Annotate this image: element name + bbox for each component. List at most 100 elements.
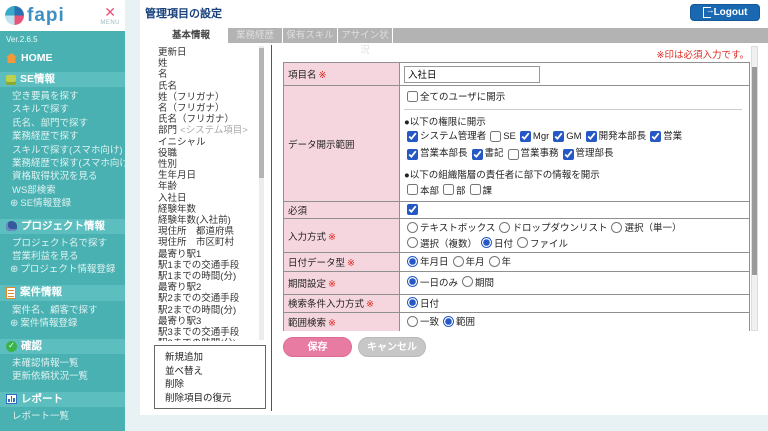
org-level-checkbox[interactable]: [407, 184, 418, 195]
sidebar-item[interactable]: 業務経歴で探す: [10, 130, 125, 143]
range-search-option[interactable]: 一致: [404, 314, 439, 328]
permission-option[interactable]: 営業本部長: [404, 147, 468, 161]
list-item[interactable]: 最寄り駅2: [158, 282, 258, 293]
item-list-scrollbar[interactable]: [259, 46, 264, 340]
sidebar-item[interactable]: 業務経歴で探す(スマホ向け): [10, 157, 125, 170]
input-method-radio[interactable]: [407, 237, 418, 248]
org-level-checkbox[interactable]: [443, 184, 455, 195]
list-item[interactable]: 駅2までの時間(分): [158, 305, 258, 316]
list-item[interactable]: 姓（フリガナ）: [158, 92, 258, 103]
list-item[interactable]: 生年月日: [158, 170, 258, 181]
sidebar-item[interactable]: 案件名、顧客で探す: [10, 304, 125, 317]
tab-basic-info[interactable]: 基本情報: [155, 28, 227, 43]
permission-checkbox[interactable]: [507, 148, 519, 160]
period-option[interactable]: 一日のみ: [404, 275, 458, 289]
list-item[interactable]: 氏名: [158, 81, 258, 92]
sidebar-item[interactable]: ⊕ SE情報登録: [10, 197, 125, 210]
permission-option[interactable]: 開発本部長: [583, 130, 646, 144]
list-item[interactable]: 部門 <システム項目>: [158, 125, 258, 136]
sidebar-item[interactable]: WS部検索: [10, 184, 125, 197]
list-item[interactable]: イニシャル: [158, 137, 258, 148]
input-method-radio[interactable]: [481, 237, 493, 248]
permission-option[interactable]: GM: [550, 130, 582, 144]
range-search-radio[interactable]: [407, 315, 418, 327]
input-method-option[interactable]: 日付: [478, 236, 513, 250]
permission-checkbox[interactable]: [585, 131, 597, 142]
sidebar-item[interactable]: 更新依頼状況一覧: [10, 370, 125, 383]
list-item[interactable]: 名（フリガナ）: [158, 103, 258, 114]
sidebar-item[interactable]: 営業利益を見る: [10, 250, 125, 263]
date-type-radio[interactable]: [452, 255, 464, 267]
list-item[interactable]: 氏名（フリガナ）: [158, 114, 258, 125]
input-method-option[interactable]: ファイル: [514, 236, 568, 250]
range-search-option[interactable]: 範囲: [440, 314, 475, 328]
sidebar-item[interactable]: プロジェクト名で探す: [10, 237, 125, 250]
input-method-radio[interactable]: [499, 221, 511, 233]
permission-option[interactable]: 営業事務: [505, 147, 559, 161]
period-radio[interactable]: [407, 276, 418, 288]
search-method-radio[interactable]: [407, 297, 418, 308]
input-method-radio[interactable]: [517, 237, 529, 248]
sidebar-item[interactable]: 氏名、部門で探す: [10, 117, 125, 130]
item-list-scrollbar-thumb[interactable]: [259, 48, 264, 178]
list-item[interactable]: 駅1までの時間(分): [158, 271, 258, 282]
list-item[interactable]: 性別: [158, 159, 258, 170]
form-scrollbar[interactable]: [751, 46, 758, 331]
permission-checkbox[interactable]: [407, 148, 418, 160]
permission-option[interactable]: 書記: [469, 147, 504, 161]
list-item[interactable]: 入社日: [158, 193, 258, 204]
list-item[interactable]: 最寄り駅1: [158, 249, 258, 260]
list-action-item[interactable]: 削除項目の復元: [165, 392, 265, 406]
list-item[interactable]: 姓: [158, 58, 258, 69]
sidebar-item[interactable]: スキルで探す(スマホ向け): [10, 144, 125, 157]
sidebar-item[interactable]: ⊕ プロジェクト情報登録: [10, 263, 125, 276]
list-item[interactable]: 経験年数: [158, 204, 258, 215]
list-item[interactable]: 名: [158, 69, 258, 80]
permission-checkbox[interactable]: [471, 148, 483, 160]
list-item[interactable]: 駅3までの時間(分): [158, 338, 258, 341]
list-item[interactable]: 現住所 市区町村: [158, 237, 258, 248]
tab-assign-status[interactable]: アサイン状況: [338, 28, 392, 56]
permission-checkbox[interactable]: [490, 131, 502, 142]
input-method-option[interactable]: テキストボックス: [404, 220, 495, 234]
input-method-option[interactable]: ドロップダウンリスト: [496, 220, 607, 234]
save-button[interactable]: 保存: [283, 337, 352, 357]
app-logo[interactable]: fapi: [5, 6, 65, 25]
sidebar-item-home[interactable]: HOME: [6, 52, 125, 64]
permission-option[interactable]: 管理部長: [560, 147, 614, 161]
list-item[interactable]: 役職: [158, 148, 258, 159]
org-level-option[interactable]: 本部: [404, 183, 439, 197]
date-type-radio[interactable]: [407, 255, 418, 267]
permission-option[interactable]: システム管理者: [404, 130, 486, 144]
list-item[interactable]: 最寄り駅3: [158, 316, 258, 327]
date-type-option[interactable]: 年月: [450, 254, 485, 268]
permission-option[interactable]: 営業: [647, 130, 682, 144]
all-users-checkbox[interactable]: [407, 90, 418, 102]
list-item[interactable]: 年齢: [158, 181, 258, 192]
permission-option[interactable]: SE: [487, 130, 516, 144]
input-method-radio[interactable]: [407, 221, 418, 233]
permission-checkbox[interactable]: [407, 131, 418, 142]
period-option[interactable]: 期間: [459, 275, 494, 289]
list-item[interactable]: 現住所 都道府県: [158, 226, 258, 237]
date-type-radio[interactable]: [488, 255, 500, 267]
form-scrollbar-thumb[interactable]: [752, 67, 757, 275]
item-name-input[interactable]: [404, 65, 540, 83]
cancel-button[interactable]: キャンセル: [358, 337, 426, 357]
range-search-radio[interactable]: [443, 315, 455, 327]
org-level-checkbox[interactable]: [469, 184, 481, 195]
permission-checkbox[interactable]: [519, 131, 531, 142]
permission-checkbox[interactable]: [562, 148, 574, 160]
required-checkbox[interactable]: [407, 204, 418, 216]
period-radio[interactable]: [462, 276, 474, 288]
sidebar-item[interactable]: スキルで探す: [10, 103, 125, 116]
sidebar-item[interactable]: 未確認情報一覧: [10, 357, 125, 370]
list-item[interactable]: 駅1までの交通手段: [158, 260, 258, 271]
list-item[interactable]: 駅2までの交通手段: [158, 293, 258, 304]
list-item[interactable]: 経験年数(入社前): [158, 215, 258, 226]
org-level-option[interactable]: 部: [440, 183, 466, 197]
list-action-item[interactable]: 並べ替え: [165, 365, 265, 379]
input-method-radio[interactable]: [611, 221, 623, 233]
sidebar-item[interactable]: ⊕ 案件情報登録: [10, 317, 125, 330]
date-type-option[interactable]: 年月日: [404, 254, 449, 268]
